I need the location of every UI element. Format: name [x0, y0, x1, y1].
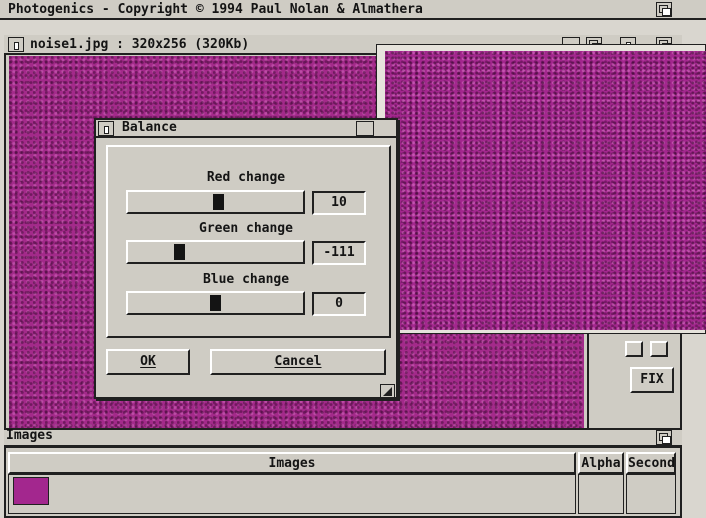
- alpha-column-header[interactable]: Alpha: [578, 452, 624, 474]
- red-change-label: Red change: [206, 170, 286, 185]
- cancel-button[interactable]: Cancel: [210, 349, 386, 375]
- red-change-value[interactable]: 10: [312, 191, 366, 215]
- preview-image: [385, 51, 706, 330]
- green-slider-knob[interactable]: [174, 244, 185, 260]
- blue-change-slider[interactable]: [126, 291, 305, 315]
- images-cell: [8, 474, 576, 514]
- alpha-cell[interactable]: [578, 474, 624, 514]
- blue-change-label: Blue change: [202, 272, 290, 287]
- balance-dialog-title: Balance: [122, 120, 177, 135]
- balance-close-icon[interactable]: [98, 121, 114, 136]
- blue-slider-knob[interactable]: [210, 295, 221, 311]
- second-column-header[interactable]: Second: [626, 452, 676, 474]
- images-depth-icon[interactable]: [656, 430, 672, 445]
- fix-button[interactable]: FIX: [630, 367, 674, 393]
- green-change-value[interactable]: -111: [312, 241, 366, 265]
- images-column-header[interactable]: Images: [8, 452, 576, 474]
- tool-button-left[interactable]: [625, 341, 643, 357]
- green-change-label: Green change: [199, 221, 293, 236]
- red-slider-knob[interactable]: [213, 194, 224, 210]
- red-change-slider[interactable]: [126, 190, 305, 214]
- images-titlebar[interactable]: [4, 428, 682, 446]
- tool-button-right[interactable]: [650, 341, 668, 357]
- second-cell[interactable]: [626, 474, 676, 514]
- images-title: Images: [6, 428, 53, 443]
- green-change-slider[interactable]: [126, 240, 305, 264]
- screen-depth-icon[interactable]: [656, 2, 672, 17]
- blue-change-value[interactable]: 0: [312, 292, 366, 316]
- resize-icon[interactable]: [380, 384, 395, 398]
- ok-button[interactable]: OK: [106, 349, 190, 375]
- image-window-close-icon[interactable]: [8, 37, 24, 52]
- image-window-title: noise1.jpg : 320x256 (320Kb): [30, 37, 250, 52]
- screen-title: Photogenics - Copyright © 1994 Paul Nola…: [8, 2, 423, 17]
- balance-zoom-icon[interactable]: [356, 121, 374, 136]
- image-thumbnail[interactable]: [13, 477, 49, 505]
